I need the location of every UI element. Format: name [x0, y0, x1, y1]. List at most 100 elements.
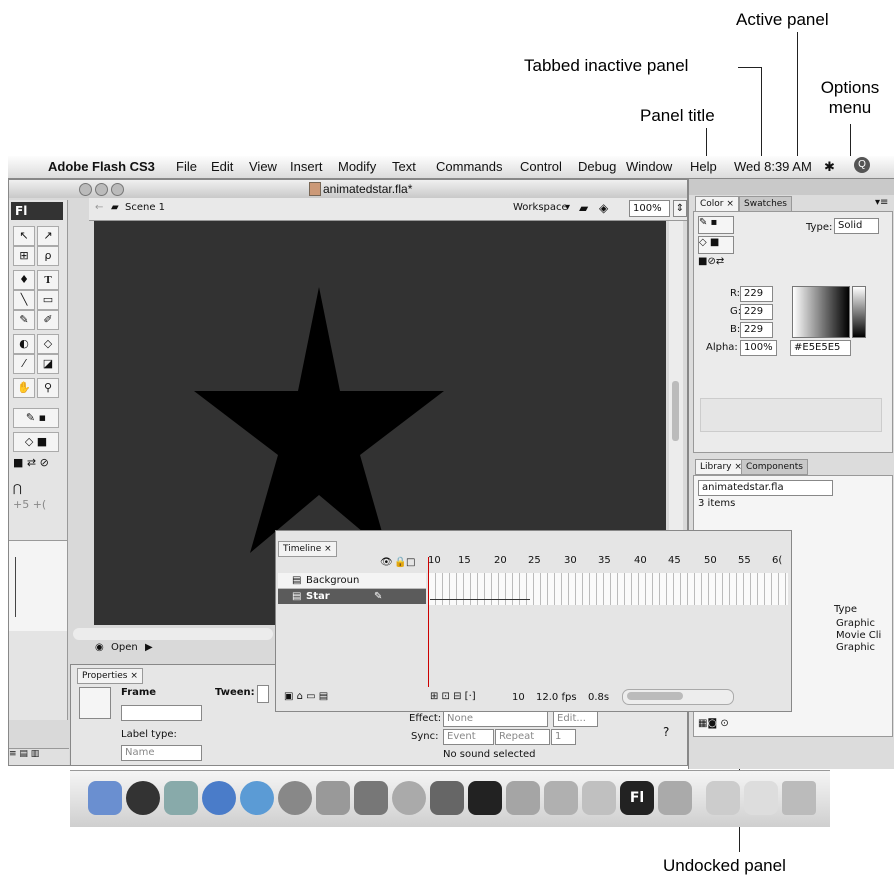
network-icon[interactable] — [582, 781, 616, 815]
library-type-row-1[interactable]: Graphic — [836, 618, 875, 629]
show-hide-layers-icon[interactable]: 👁 — [380, 557, 393, 568]
properties-tab[interactable]: Properties × — [77, 668, 143, 684]
components-tab[interactable]: Components — [741, 459, 808, 475]
layer-row[interactable]: ▤ Backgroun — [278, 573, 426, 589]
finder-icon[interactable] — [88, 781, 122, 815]
timeline-scrollbar[interactable] — [622, 689, 734, 705]
documents-folder-icon[interactable] — [744, 781, 778, 815]
workspace-menu[interactable]: Workspace — [513, 202, 568, 213]
fill-color-swatch[interactable]: ◇ ■ — [698, 236, 734, 254]
menu-debug[interactable]: Debug — [578, 159, 616, 174]
frames-grid[interactable] — [428, 573, 788, 605]
lock-layers-icon[interactable]: 🔒 — [394, 557, 406, 568]
library-type-row-2[interactable]: Movie Cli — [836, 630, 881, 641]
menu-help[interactable]: Help — [690, 159, 717, 174]
open-disclosure[interactable]: ◉ — [95, 642, 104, 653]
system-preferences-icon[interactable] — [658, 781, 692, 815]
label-type-select[interactable]: Name — [121, 745, 202, 761]
outline-layers-icon[interactable]: □ — [406, 557, 415, 568]
color-spectrum[interactable] — [792, 286, 850, 338]
mail-icon[interactable] — [164, 781, 198, 815]
line-tool-icon[interactable]: ╲ — [13, 290, 35, 310]
text-tool-icon[interactable]: T — [37, 270, 59, 290]
stroke-color-icon[interactable]: ✎ ▪ — [13, 408, 59, 428]
dashboard-icon[interactable] — [126, 781, 160, 815]
menu-commands[interactable]: Commands — [436, 159, 502, 174]
open-label[interactable]: Open — [111, 642, 138, 653]
onion-skin-icons[interactable]: ⊞ ⊡ ⊟ [·] — [430, 691, 476, 702]
menu-text[interactable]: Text — [392, 159, 416, 174]
hand-tool-icon[interactable]: ✋ — [13, 378, 35, 398]
open-arrow-icon[interactable]: ▶ — [145, 642, 153, 653]
menu-control[interactable]: Control — [520, 159, 562, 174]
library-type-header[interactable]: Type — [834, 604, 857, 615]
timeline-scroll-thumb[interactable] — [627, 692, 683, 700]
brightness-slider[interactable] — [852, 286, 866, 338]
free-transform-tool-icon[interactable]: ⊞ — [13, 246, 35, 266]
brush-tool-icon[interactable]: ✐ — [37, 310, 59, 330]
layer-name[interactable]: Backgroun — [306, 575, 359, 586]
minimize-window-button[interactable] — [95, 183, 108, 196]
iphoto-icon[interactable] — [316, 781, 350, 815]
type-select[interactable]: Solid — [834, 218, 879, 234]
pen-tool-icon[interactable]: ♦ — [13, 270, 35, 290]
workspace-dropdown-icon[interactable]: ▾ — [565, 202, 570, 213]
menu-window[interactable]: Window — [626, 159, 672, 174]
back-arrow-icon[interactable]: ← — [95, 202, 103, 213]
r-input[interactable]: 229 — [740, 286, 773, 302]
word-icon[interactable] — [544, 781, 578, 815]
menu-insert[interactable]: Insert — [290, 159, 323, 174]
menu-modify[interactable]: Modify — [338, 159, 376, 174]
edit-symbols-icon[interactable]: ◈ — [599, 201, 608, 215]
library-file-select[interactable]: animatedstar.fla — [698, 480, 833, 496]
sync-event-select[interactable]: Event — [443, 729, 494, 745]
bottom-bar-icons[interactable]: ≡ ▤ ▥ — [9, 748, 69, 765]
sync-count-input[interactable]: 1 — [551, 729, 576, 745]
fill-color-icon[interactable]: ◇ ■ — [13, 432, 59, 452]
effect-select[interactable]: None — [443, 711, 548, 727]
menu-file[interactable]: File — [176, 159, 197, 174]
zoom-tool-icon[interactable]: ⚲ — [37, 378, 59, 398]
playhead[interactable] — [428, 557, 429, 687]
timeline-tab[interactable]: Timeline × — [278, 541, 337, 557]
close-window-button[interactable] — [79, 183, 92, 196]
alpha-input[interactable]: 100% — [740, 340, 777, 356]
paint-bucket-tool-icon[interactable]: ◇ — [37, 334, 59, 354]
color-swap-icons[interactable]: ■⊘⇄ — [698, 256, 724, 267]
rectangle-tool-icon[interactable]: ▭ — [37, 290, 59, 310]
snap-to-objects-icon[interactable]: ⋂ — [13, 482, 22, 495]
swap-colors-icon[interactable]: ■ ⇄ ⊘ — [13, 456, 49, 469]
terminal-icon[interactable] — [468, 781, 502, 815]
layer-tools-icons[interactable]: ▣ ⌂ ▭ ▤ — [284, 691, 328, 702]
menubar-clock[interactable]: Wed 8:39 AM — [734, 159, 812, 174]
subselection-tool-icon[interactable]: ↗ — [37, 226, 59, 246]
layer-row-selected[interactable]: ▤ Star ✎ — [278, 589, 426, 604]
help-icon[interactable]: ? — [663, 725, 669, 739]
smooth-straighten-icon[interactable]: +5 +( — [13, 498, 46, 511]
edit-effect-button[interactable]: Edit... — [553, 711, 598, 727]
library-bottom-icons[interactable]: ▦◙ ⊙ — [698, 718, 729, 729]
stage-horizontal-scrollbar[interactable] — [73, 628, 273, 640]
flash-dock-icon[interactable]: Fl — [620, 781, 654, 815]
selection-tool-icon[interactable]: ↖ — [13, 226, 35, 246]
g-input[interactable]: 229 — [740, 304, 773, 320]
tween-select[interactable] — [257, 685, 269, 703]
b-input[interactable]: 229 — [740, 322, 773, 338]
ink-bottle-tool-icon[interactable]: ◐ — [13, 334, 35, 354]
eyedropper-tool-icon[interactable]: ⁄ — [13, 354, 35, 374]
firefox-icon[interactable] — [202, 781, 236, 815]
eraser-tool-icon[interactable]: ◪ — [37, 354, 59, 374]
ichat-icon[interactable] — [278, 781, 312, 815]
photoshop-icon[interactable] — [430, 781, 464, 815]
library-type-row-3[interactable]: Graphic — [836, 642, 875, 653]
trash-icon[interactable] — [782, 781, 816, 815]
menu-edit[interactable]: Edit — [211, 159, 233, 174]
frame-ruler[interactable]: 10 15 20 25 30 35 40 45 50 55 6( — [428, 555, 788, 571]
menu-view[interactable]: View — [249, 159, 277, 174]
zoom-field[interactable]: 100% — [629, 200, 670, 217]
hex-input[interactable]: #E5E5E5 — [790, 340, 851, 356]
scene-name[interactable]: Scene 1 — [125, 202, 165, 213]
zoom-stepper[interactable]: ⇕ — [673, 200, 687, 217]
itunes-icon[interactable] — [392, 781, 426, 815]
app-name[interactable]: Adobe Flash CS3 — [48, 159, 155, 174]
